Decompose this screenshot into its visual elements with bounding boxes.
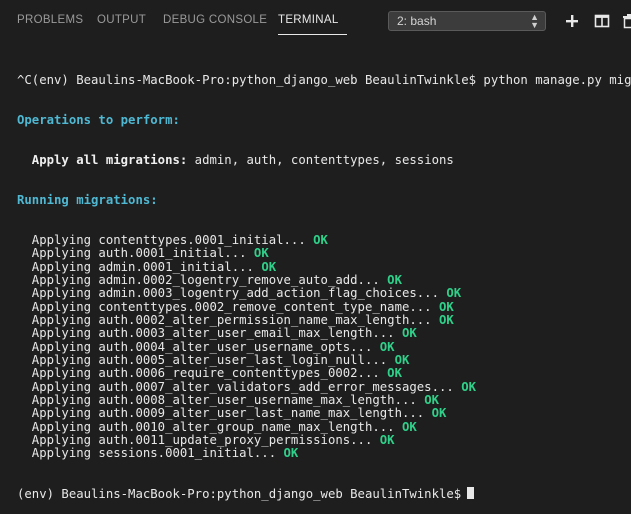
migration-line: Applying auth.0003_alter_user_email_max_…: [17, 327, 627, 340]
migration-text: Applying auth.0003_alter_user_email_max_…: [17, 326, 395, 340]
migration-line: Applying auth.0009_alter_user_last_name_…: [17, 407, 627, 420]
migration-line: Applying admin.0001_initial... OK: [17, 261, 627, 274]
migration-line: Applying admin.0002_logentry_remove_auto…: [17, 274, 627, 287]
terminal-select-value: 2: bash: [397, 14, 436, 28]
migration-line: Applying auth.0010_alter_group_name_max_…: [17, 421, 627, 434]
terminal-output[interactable]: ^C(env) Beaulins-MacBook-Pro:python_djan…: [17, 47, 627, 514]
migration-line: Applying auth.0007_alter_validators_add_…: [17, 381, 627, 394]
migration-text: Applying admin.0003_logentry_add_action_…: [17, 286, 439, 300]
migration-text: Applying auth.0011_update_proxy_permissi…: [17, 433, 372, 447]
migration-text: Applying auth.0010_alter_group_name_max_…: [17, 420, 395, 434]
trash-icon[interactable]: [621, 12, 631, 30]
migration-text: Applying auth.0008_alter_user_username_m…: [17, 393, 417, 407]
migration-line: Applying auth.0001_initial... OK: [17, 247, 627, 260]
prompt: (env) Beaulins-MacBook-Pro:python_django…: [17, 487, 461, 501]
migration-line: Applying sessions.0001_initial... OK: [17, 447, 627, 460]
terminal-select[interactable]: 2: bash ▲▼: [388, 11, 546, 31]
tab-output[interactable]: OUTPUT: [97, 14, 146, 26]
up-down-arrows-icon: ▲▼: [530, 13, 539, 29]
panel-header: PROBLEMS OUTPUT DEBUG CONSOLE TERMINAL 2…: [0, 0, 631, 40]
migration-text: Applying contenttypes.0002_remove_conten…: [17, 300, 432, 314]
migration-line: Applying auth.0002_alter_permission_name…: [17, 314, 627, 327]
ok-status: OK: [284, 446, 299, 460]
ok-status: OK: [387, 366, 402, 380]
tab-problems[interactable]: PROBLEMS: [17, 14, 83, 26]
migration-text: Applying auth.0007_alter_validators_add_…: [17, 380, 454, 394]
ok-status: OK: [402, 420, 417, 434]
ok-status: OK: [380, 340, 395, 354]
command-line: ^C(env) Beaulins-MacBook-Pro:python_djan…: [17, 74, 627, 87]
migration-line: Applying auth.0006_require_contenttypes_…: [17, 367, 627, 380]
ok-status: OK: [461, 380, 476, 394]
migration-line: Applying auth.0004_alter_user_username_o…: [17, 341, 627, 354]
ok-status: OK: [254, 246, 269, 260]
migration-text: Applying auth.0004_alter_user_username_o…: [17, 340, 372, 354]
migration-text: Applying sessions.0001_initial...: [17, 446, 276, 460]
split-terminal-icon[interactable]: [593, 12, 611, 30]
migration-line: Applying contenttypes.0001_initial... OK: [17, 234, 627, 247]
migration-line: Applying auth.0005_alter_user_last_login…: [17, 354, 627, 367]
migration-text: Applying auth.0001_initial...: [17, 246, 247, 260]
ok-status: OK: [261, 260, 276, 274]
ok-status: OK: [432, 406, 447, 420]
migration-text: Applying auth.0006_require_contenttypes_…: [17, 366, 380, 380]
apply-label: Apply all migrations:: [17, 153, 187, 167]
ok-status: OK: [446, 286, 461, 300]
ok-status: OK: [439, 313, 454, 327]
migration-list: Applying contenttypes.0001_initial... OK…: [17, 234, 627, 461]
migration-line: Applying admin.0003_logentry_add_action_…: [17, 287, 627, 300]
ok-status: OK: [387, 273, 402, 287]
ok-status: OK: [424, 393, 439, 407]
active-tab-indicator: [278, 34, 347, 35]
apply-value: admin, auth, contenttypes, sessions: [187, 153, 454, 167]
migration-text: Applying contenttypes.0001_initial...: [17, 233, 306, 247]
operations-header: Operations to perform:: [17, 114, 627, 127]
prompt-line: (env) Beaulins-MacBook-Pro:python_django…: [17, 487, 627, 500]
ok-status: OK: [313, 233, 328, 247]
migration-text: Applying auth.0002_alter_permission_name…: [17, 313, 432, 327]
ok-status: OK: [402, 326, 417, 340]
migration-line: Applying auth.0011_update_proxy_permissi…: [17, 434, 627, 447]
plus-icon[interactable]: [563, 12, 581, 30]
running-header: Running migrations:: [17, 194, 627, 207]
migration-text: Applying admin.0002_logentry_remove_auto…: [17, 273, 380, 287]
tab-terminal[interactable]: TERMINAL: [278, 14, 339, 26]
ok-status: OK: [439, 300, 454, 314]
tab-debug-console[interactable]: DEBUG CONSOLE: [163, 14, 267, 26]
terminal-cursor: [467, 487, 474, 499]
apply-line: Apply all migrations: admin, auth, conte…: [17, 154, 627, 167]
migration-line: Applying auth.0008_alter_user_username_m…: [17, 394, 627, 407]
migration-text: Applying admin.0001_initial...: [17, 260, 254, 274]
migration-text: Applying auth.0009_alter_user_last_name_…: [17, 406, 424, 420]
ok-status: OK: [380, 433, 395, 447]
migration-line: Applying contenttypes.0002_remove_conten…: [17, 301, 627, 314]
